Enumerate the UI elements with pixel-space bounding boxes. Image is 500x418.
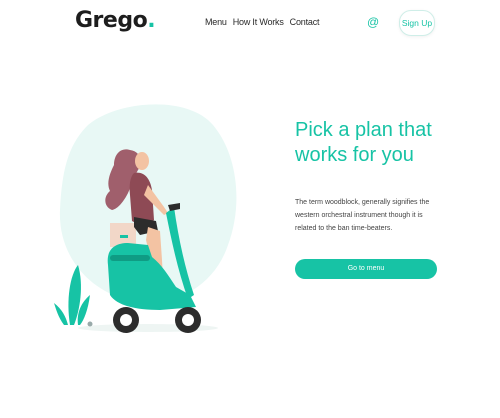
site-header: Grego. Menu How It Works Contact @ Sign … xyxy=(0,0,500,48)
nav-item-contact[interactable]: Contact xyxy=(290,17,320,27)
delivery-illustration xyxy=(54,104,237,333)
nav-item-menu[interactable]: Menu xyxy=(205,17,227,27)
hero-description: The term woodblock, generally signifies … xyxy=(295,199,430,232)
nav-item-how-it-works[interactable]: How It Works xyxy=(233,17,284,27)
at-icon[interactable]: @ xyxy=(367,16,379,28)
brand-name: Grego xyxy=(75,8,148,33)
hero-headline: Pick a plan that works for you xyxy=(295,119,432,166)
brand-dot: . xyxy=(147,8,156,33)
head xyxy=(135,152,149,170)
main-nav: Menu How It Works Contact xyxy=(205,17,319,27)
signup-button[interactable]: Sign Up xyxy=(399,10,435,36)
brand-logo[interactable]: Grego. xyxy=(75,8,156,33)
go-to-menu-button[interactable]: Go to menu xyxy=(295,259,437,279)
